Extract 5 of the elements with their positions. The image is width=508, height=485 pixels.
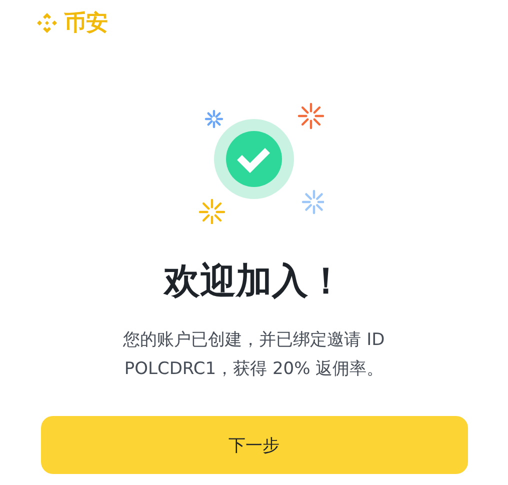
account-message: 您的账户已创建，并已绑定邀请 ID POLCDRC1，获得 20% 返佣率。 xyxy=(122,329,386,381)
logo-icon xyxy=(36,12,58,34)
next-button[interactable]: 下一步 xyxy=(40,416,468,474)
welcome-title: 欢迎加入！ xyxy=(164,260,344,304)
brand-name: 币安 xyxy=(64,10,108,38)
